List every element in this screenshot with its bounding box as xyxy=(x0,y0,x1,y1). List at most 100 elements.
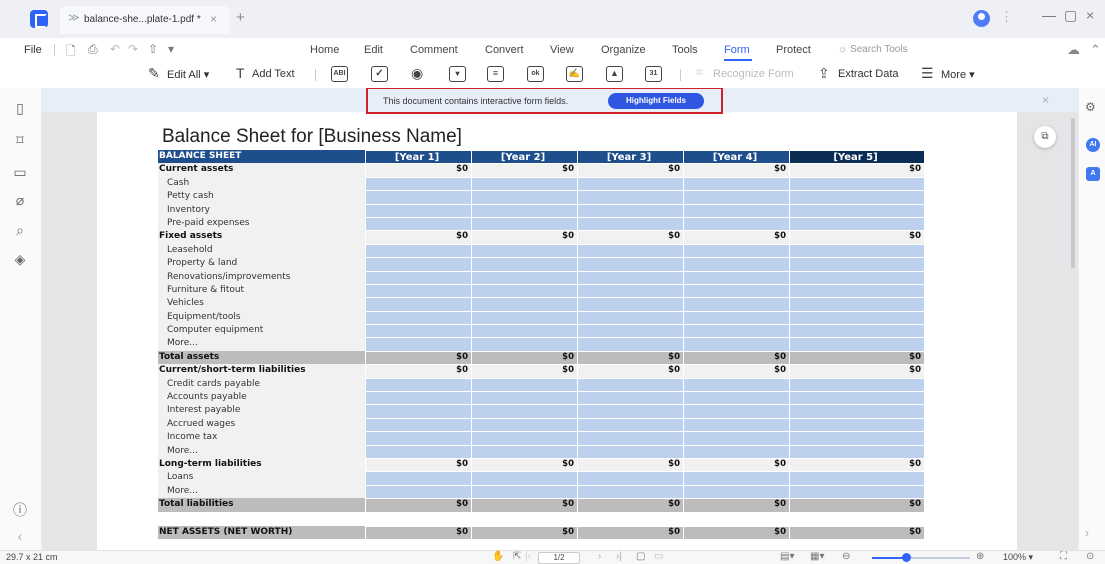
last-page-icon[interactable]: ›| xyxy=(616,551,622,562)
form-field[interactable] xyxy=(577,417,683,432)
value-cell[interactable]: $0 xyxy=(577,364,683,378)
form-field[interactable] xyxy=(471,176,577,191)
form-field[interactable] xyxy=(789,283,924,298)
app-logo-icon[interactable] xyxy=(30,10,48,28)
form-field[interactable] xyxy=(471,243,577,258)
value-cell[interactable]: $0 xyxy=(577,525,683,539)
form-field[interactable] xyxy=(577,243,683,258)
form-field[interactable] xyxy=(365,391,471,405)
form-field[interactable] xyxy=(577,431,683,445)
menu-edit[interactable]: Edit xyxy=(364,44,383,56)
form-field[interactable] xyxy=(365,324,471,338)
form-field[interactable] xyxy=(471,484,577,499)
value-cell[interactable]: $0 xyxy=(577,230,683,244)
text-field-icon[interactable]: ABI xyxy=(331,66,348,82)
form-field[interactable] xyxy=(683,484,789,499)
minimize-button[interactable]: — xyxy=(1042,7,1056,23)
form-field[interactable] xyxy=(789,337,924,351)
value-cell[interactable]: $0 xyxy=(471,163,577,177)
zoom-out-icon[interactable]: ⊖ xyxy=(842,551,850,562)
new-tab-icon[interactable]: + xyxy=(236,9,245,26)
form-field[interactable] xyxy=(789,190,924,204)
form-field[interactable] xyxy=(471,417,577,432)
form-field[interactable] xyxy=(365,190,471,204)
properties-icon[interactable]: ⚙ xyxy=(1085,100,1096,114)
value-cell[interactable]: $0 xyxy=(683,350,789,365)
list-box-icon[interactable]: ≡ xyxy=(487,66,504,82)
form-field[interactable] xyxy=(471,431,577,445)
form-field[interactable] xyxy=(789,377,924,392)
form-field[interactable] xyxy=(789,324,924,338)
menu-organize[interactable]: Organize xyxy=(601,44,646,56)
form-field[interactable] xyxy=(365,377,471,392)
form-field[interactable] xyxy=(577,337,683,351)
value-cell[interactable]: $0 xyxy=(789,525,924,539)
translate-icon[interactable]: A xyxy=(1086,167,1100,181)
form-field[interactable] xyxy=(577,310,683,325)
fullscreen-icon[interactable]: ⛶ xyxy=(1060,551,1067,562)
form-field[interactable] xyxy=(471,404,577,418)
form-field[interactable] xyxy=(683,297,789,311)
menu-file[interactable]: File xyxy=(24,44,42,56)
value-cell[interactable]: $0 xyxy=(683,230,789,244)
menu-convert[interactable]: Convert xyxy=(485,44,524,56)
form-field[interactable] xyxy=(683,391,789,405)
recognize-form-button[interactable]: Recognize Form xyxy=(713,68,794,80)
form-field[interactable] xyxy=(365,310,471,325)
fit-width-icon[interactable]: ▭ xyxy=(654,551,663,562)
form-field[interactable] xyxy=(789,297,924,311)
form-field[interactable] xyxy=(577,377,683,392)
page-icon[interactable]: ▯ xyxy=(11,100,29,117)
value-cell[interactable]: $0 xyxy=(789,350,924,365)
form-field[interactable] xyxy=(683,216,789,231)
extract-data-button[interactable]: Extract Data xyxy=(838,68,899,80)
form-field[interactable] xyxy=(577,283,683,298)
form-field[interactable] xyxy=(789,484,924,499)
form-field[interactable] xyxy=(365,404,471,418)
value-cell[interactable]: $0 xyxy=(683,498,789,512)
form-field[interactable] xyxy=(683,243,789,258)
form-field[interactable] xyxy=(683,176,789,191)
hand-tool-icon[interactable]: ✋ xyxy=(492,551,504,562)
signature-field-icon[interactable]: ✍ xyxy=(566,66,583,82)
form-field[interactable] xyxy=(471,310,577,325)
form-field[interactable] xyxy=(789,417,924,432)
attachment-icon[interactable]: ⌀ xyxy=(11,192,29,209)
form-field[interactable] xyxy=(577,216,683,231)
form-field[interactable] xyxy=(577,324,683,338)
form-field[interactable] xyxy=(683,283,789,298)
form-field[interactable] xyxy=(577,190,683,204)
ai-assistant-icon[interactable]: AI xyxy=(1086,138,1100,152)
maximize-button[interactable]: ▢ xyxy=(1064,7,1077,24)
zoom-slider[interactable] xyxy=(872,553,970,562)
form-field[interactable] xyxy=(789,257,924,271)
undo-icon[interactable]: ↶ xyxy=(110,42,120,56)
form-field[interactable] xyxy=(471,391,577,405)
document-tab[interactable]: ≫ balance-she...plate-1.pdf * × xyxy=(60,6,230,34)
value-cell[interactable]: $0 xyxy=(789,163,924,177)
form-field[interactable] xyxy=(683,310,789,325)
date-field-icon[interactable]: 31 xyxy=(645,66,662,82)
help-icon[interactable]: ⓘ xyxy=(11,500,29,520)
form-field[interactable] xyxy=(683,257,789,271)
value-cell[interactable]: $0 xyxy=(365,350,471,365)
menu-comment[interactable]: Comment xyxy=(410,44,458,56)
form-field[interactable] xyxy=(683,337,789,351)
zoom-slider-handle[interactable] xyxy=(902,553,912,562)
form-field[interactable] xyxy=(365,444,471,458)
form-field[interactable] xyxy=(471,270,577,284)
more-options-icon[interactable]: ⋮ xyxy=(1000,9,1013,25)
image-field-icon[interactable]: ▲ xyxy=(606,66,623,82)
form-field[interactable] xyxy=(365,203,471,217)
comment-icon[interactable]: ▭ xyxy=(11,164,29,181)
cloud-icon[interactable]: ☁ xyxy=(1067,42,1080,58)
form-field[interactable] xyxy=(365,337,471,351)
form-field[interactable] xyxy=(683,377,789,392)
value-cell[interactable]: $0 xyxy=(365,163,471,177)
form-field[interactable] xyxy=(471,444,577,458)
form-field[interactable] xyxy=(577,297,683,311)
value-cell[interactable]: $0 xyxy=(577,163,683,177)
save-icon[interactable]: 🗋 xyxy=(66,42,76,63)
form-field[interactable] xyxy=(683,203,789,217)
form-field[interactable] xyxy=(365,216,471,231)
